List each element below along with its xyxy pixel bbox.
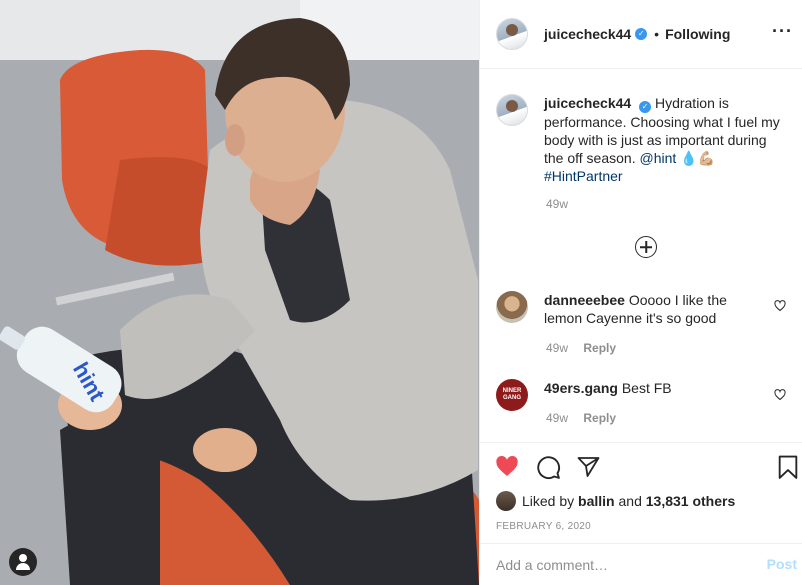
caption-avatar[interactable] bbox=[496, 94, 528, 126]
heart-outline-icon[interactable] bbox=[774, 389, 786, 401]
caption-timestamp[interactable]: 49w bbox=[546, 197, 568, 211]
verified-icon: ✓ bbox=[635, 28, 648, 40]
add-comment-input[interactable] bbox=[496, 556, 746, 573]
likes-summary: Liked by ballin and 13,831 others bbox=[496, 491, 735, 511]
post-photo[interactable]: hint bbox=[0, 0, 479, 585]
commenter-avatar[interactable] bbox=[496, 291, 528, 323]
comment-icon[interactable] bbox=[536, 455, 561, 480]
liker-avatar[interactable] bbox=[496, 491, 516, 511]
header-separator: • bbox=[654, 26, 660, 42]
post-actions: Liked by ballin and 13,831 others FEBRUA… bbox=[480, 442, 802, 542]
commenter-username[interactable]: danneeebee bbox=[544, 292, 625, 308]
following-button[interactable]: Following bbox=[665, 26, 730, 42]
reply-button[interactable]: Reply bbox=[583, 411, 616, 425]
mention-link[interactable]: @hint bbox=[639, 150, 676, 166]
share-icon[interactable] bbox=[576, 455, 601, 479]
avatar-logo-text: NINER GANG bbox=[502, 388, 522, 401]
post-comment-button[interactable]: Post bbox=[767, 556, 797, 572]
caption-text-block: juicecheck44 ✓ Hydration is performance.… bbox=[544, 94, 784, 185]
comment-text-block: 49ers.gang Best FB bbox=[544, 379, 764, 411]
verified-icon: ✓ bbox=[639, 101, 652, 113]
post-details-panel: juicecheck44 ✓ • Following ··· juicechec… bbox=[479, 0, 802, 585]
user-tag-icon[interactable] bbox=[9, 548, 37, 576]
comment-meta: 49w Reply bbox=[546, 341, 616, 355]
reply-button[interactable]: Reply bbox=[583, 341, 616, 355]
author-avatar[interactable] bbox=[496, 18, 528, 50]
likes-count-link[interactable]: 13,831 others bbox=[646, 493, 736, 509]
post-header: juicecheck44 ✓ • Following ··· bbox=[480, 0, 802, 69]
heart-outline-icon[interactable] bbox=[774, 300, 786, 312]
likes-prefix: Liked by bbox=[522, 493, 575, 509]
more-options-icon[interactable]: ··· bbox=[772, 21, 793, 42]
liker-username[interactable]: ballin bbox=[578, 493, 615, 509]
add-comment-bar: Post bbox=[480, 543, 802, 585]
comment-item: NINER GANG 49ers.gang Best FB bbox=[496, 379, 796, 411]
heart-filled-icon[interactable] bbox=[494, 455, 520, 479]
author-username[interactable]: juicecheck44 bbox=[544, 26, 631, 42]
comment-timestamp[interactable]: 49w bbox=[546, 411, 568, 425]
comment-text: Best FB bbox=[621, 380, 672, 396]
post-date[interactable]: FEBRUARY 6, 2020 bbox=[496, 521, 591, 532]
comment-timestamp[interactable]: 49w bbox=[546, 341, 568, 355]
comment-text-block: danneeebee Ooooo I like the lemon Cayenn… bbox=[544, 291, 764, 327]
caption-username[interactable]: juicecheck44 bbox=[544, 95, 631, 111]
bookmark-icon[interactable] bbox=[777, 455, 799, 480]
likes-joiner: and bbox=[618, 493, 642, 509]
hashtag-link[interactable]: #HintPartner bbox=[544, 168, 623, 184]
comment-meta: 49w Reply bbox=[546, 411, 616, 425]
caption-emoji: 💧💪🏼 bbox=[680, 150, 716, 166]
post-caption: juicecheck44 ✓ Hydration is performance.… bbox=[496, 94, 796, 185]
commenter-avatar[interactable]: NINER GANG bbox=[496, 379, 528, 411]
post-image: hint bbox=[0, 0, 479, 585]
comment-item: danneeebee Ooooo I like the lemon Cayenn… bbox=[496, 291, 796, 327]
load-more-comments-icon[interactable] bbox=[635, 236, 657, 258]
commenter-username[interactable]: 49ers.gang bbox=[544, 380, 618, 396]
